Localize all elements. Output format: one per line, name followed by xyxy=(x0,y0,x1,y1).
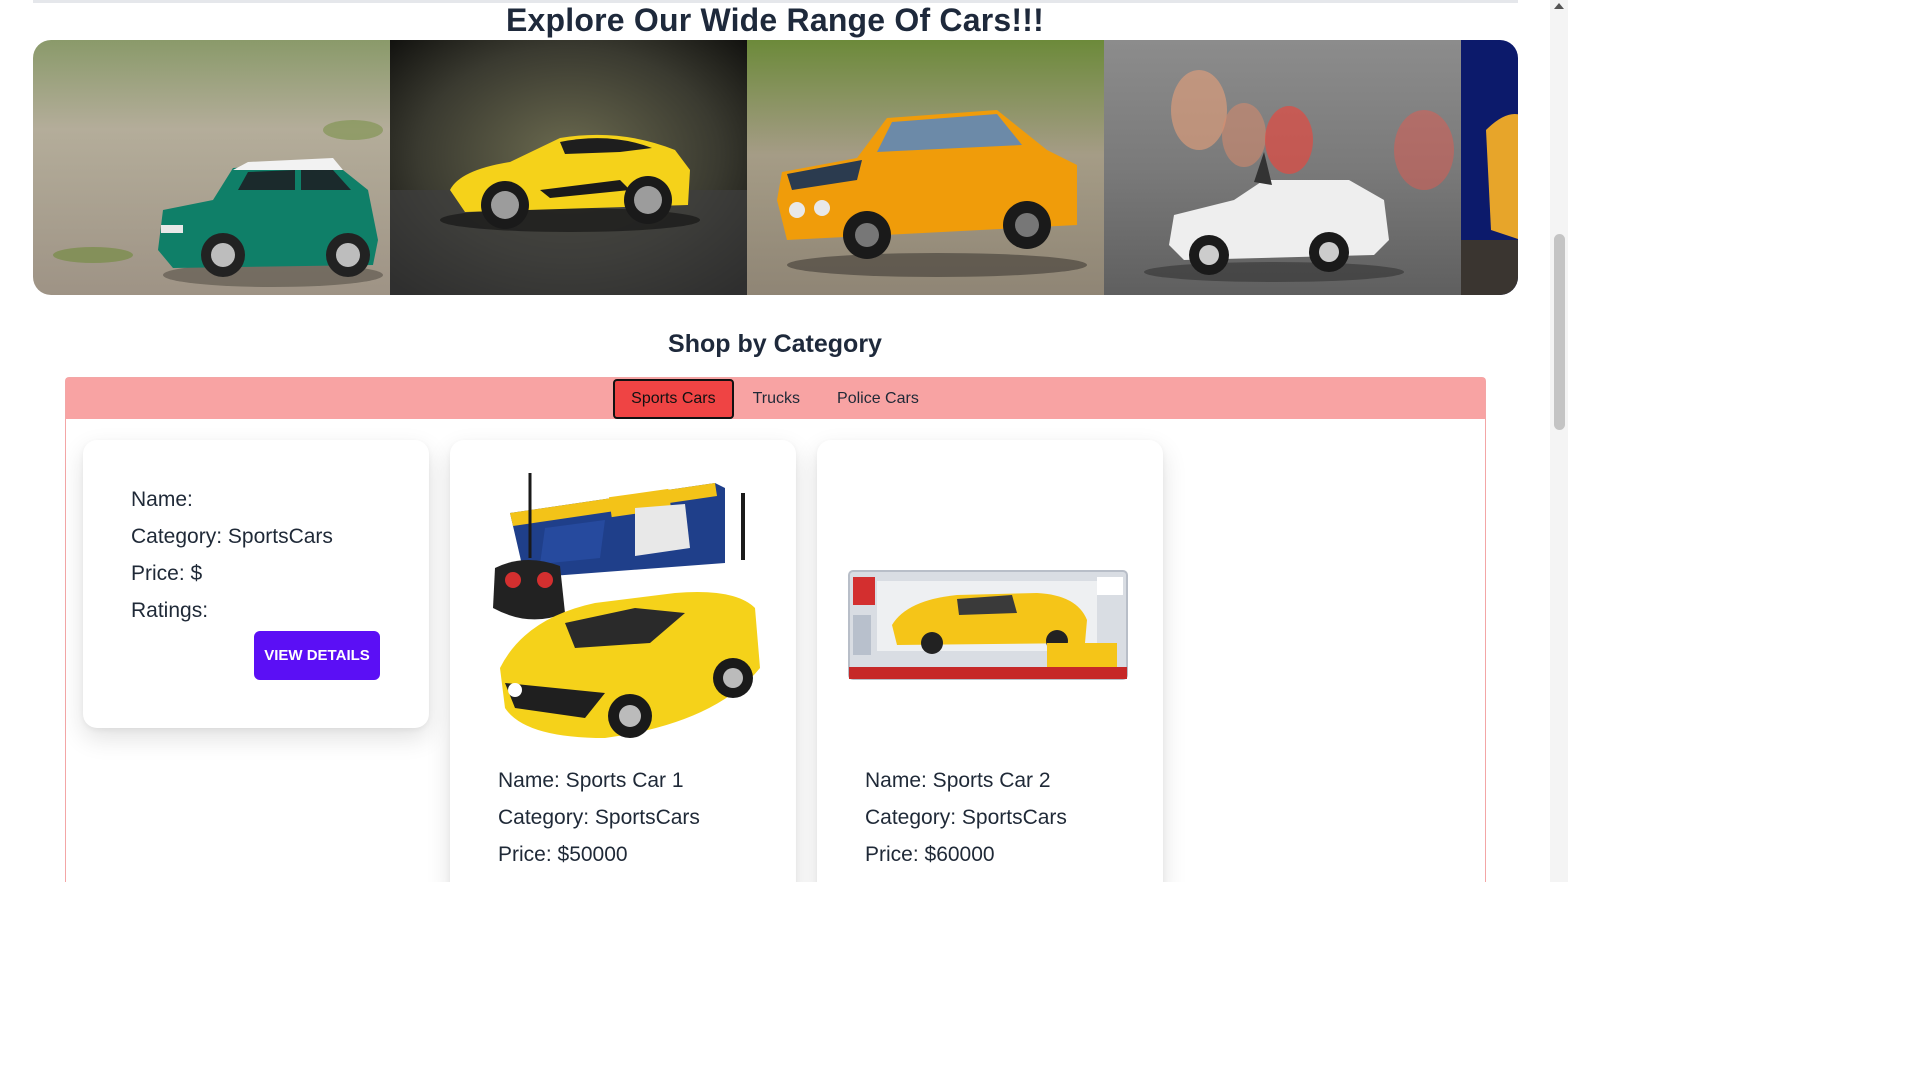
green-mini-car-image xyxy=(33,40,390,295)
product-card: Name: Sports Car 2 Category: SportsCars … xyxy=(817,440,1163,882)
white-roadster-image xyxy=(1104,40,1461,295)
product-category: Category: SportsCars xyxy=(498,806,700,829)
gallery-slide-orange-classic[interactable] xyxy=(747,40,1104,295)
gallery-slide-partial[interactable] xyxy=(1461,40,1518,295)
product-name: Name: xyxy=(131,488,193,511)
product-card: Name: Category: SportsCars Price: $ Rati… xyxy=(83,440,429,728)
product-card: Name: Sports Car 1 Category: SportsCars … xyxy=(450,440,796,882)
tab-police-cars[interactable]: Police Cars xyxy=(819,379,937,419)
scroll-up-arrow-icon[interactable] xyxy=(1554,3,1564,9)
sports-car-2-image xyxy=(848,570,1128,680)
product-info: Name: Category: SportsCars Price: $ Rati… xyxy=(83,440,429,629)
product-category: Category: SportsCars xyxy=(865,806,1067,829)
gallery-slide-yellow-sports[interactable] xyxy=(390,40,747,295)
hero-title: Explore Our Wide Range Of Cars!!! xyxy=(506,2,1044,38)
tab-trucks[interactable]: Trucks xyxy=(735,379,818,419)
gallery-slide-green-mini[interactable] xyxy=(33,40,390,295)
product-name: Name: Sports Car 2 xyxy=(865,769,1051,792)
yellow-sports-car-image xyxy=(390,40,747,295)
product-ratings: Ratings: xyxy=(131,599,209,622)
product-price: Price: $50000 xyxy=(498,843,628,866)
car-gallery[interactable] xyxy=(33,40,1518,295)
shop-by-category-title: Shop by Category xyxy=(668,330,882,358)
product-info: Name: Sports Car 1 Category: SportsCars … xyxy=(450,762,700,873)
orange-classic-car-image xyxy=(747,40,1104,295)
view-details-button[interactable]: VIEW DETAILS xyxy=(254,631,380,680)
page: Explore Our Wide Range Of Cars!!! Shop b… xyxy=(0,0,1568,882)
product-price: Price: $ xyxy=(131,562,203,585)
product-info: Name: Sports Car 2 Category: SportsCars … xyxy=(817,762,1067,873)
tab-sports-cars[interactable]: Sports Cars xyxy=(613,378,734,419)
partial-car-image xyxy=(1461,40,1518,295)
category-tab-bar: Sports Cars Trucks Police Cars xyxy=(66,378,1485,419)
sports-car-1-image xyxy=(493,473,760,738)
product-price: Price: $60000 xyxy=(865,843,995,866)
product-category: Category: SportsCars xyxy=(131,525,333,548)
gallery-slide-white-roadster[interactable] xyxy=(1104,40,1461,295)
product-name: Name: Sports Car 1 xyxy=(498,769,684,792)
page-scrollbar[interactable] xyxy=(1550,0,1568,882)
scrollbar-thumb[interactable] xyxy=(1554,234,1565,430)
